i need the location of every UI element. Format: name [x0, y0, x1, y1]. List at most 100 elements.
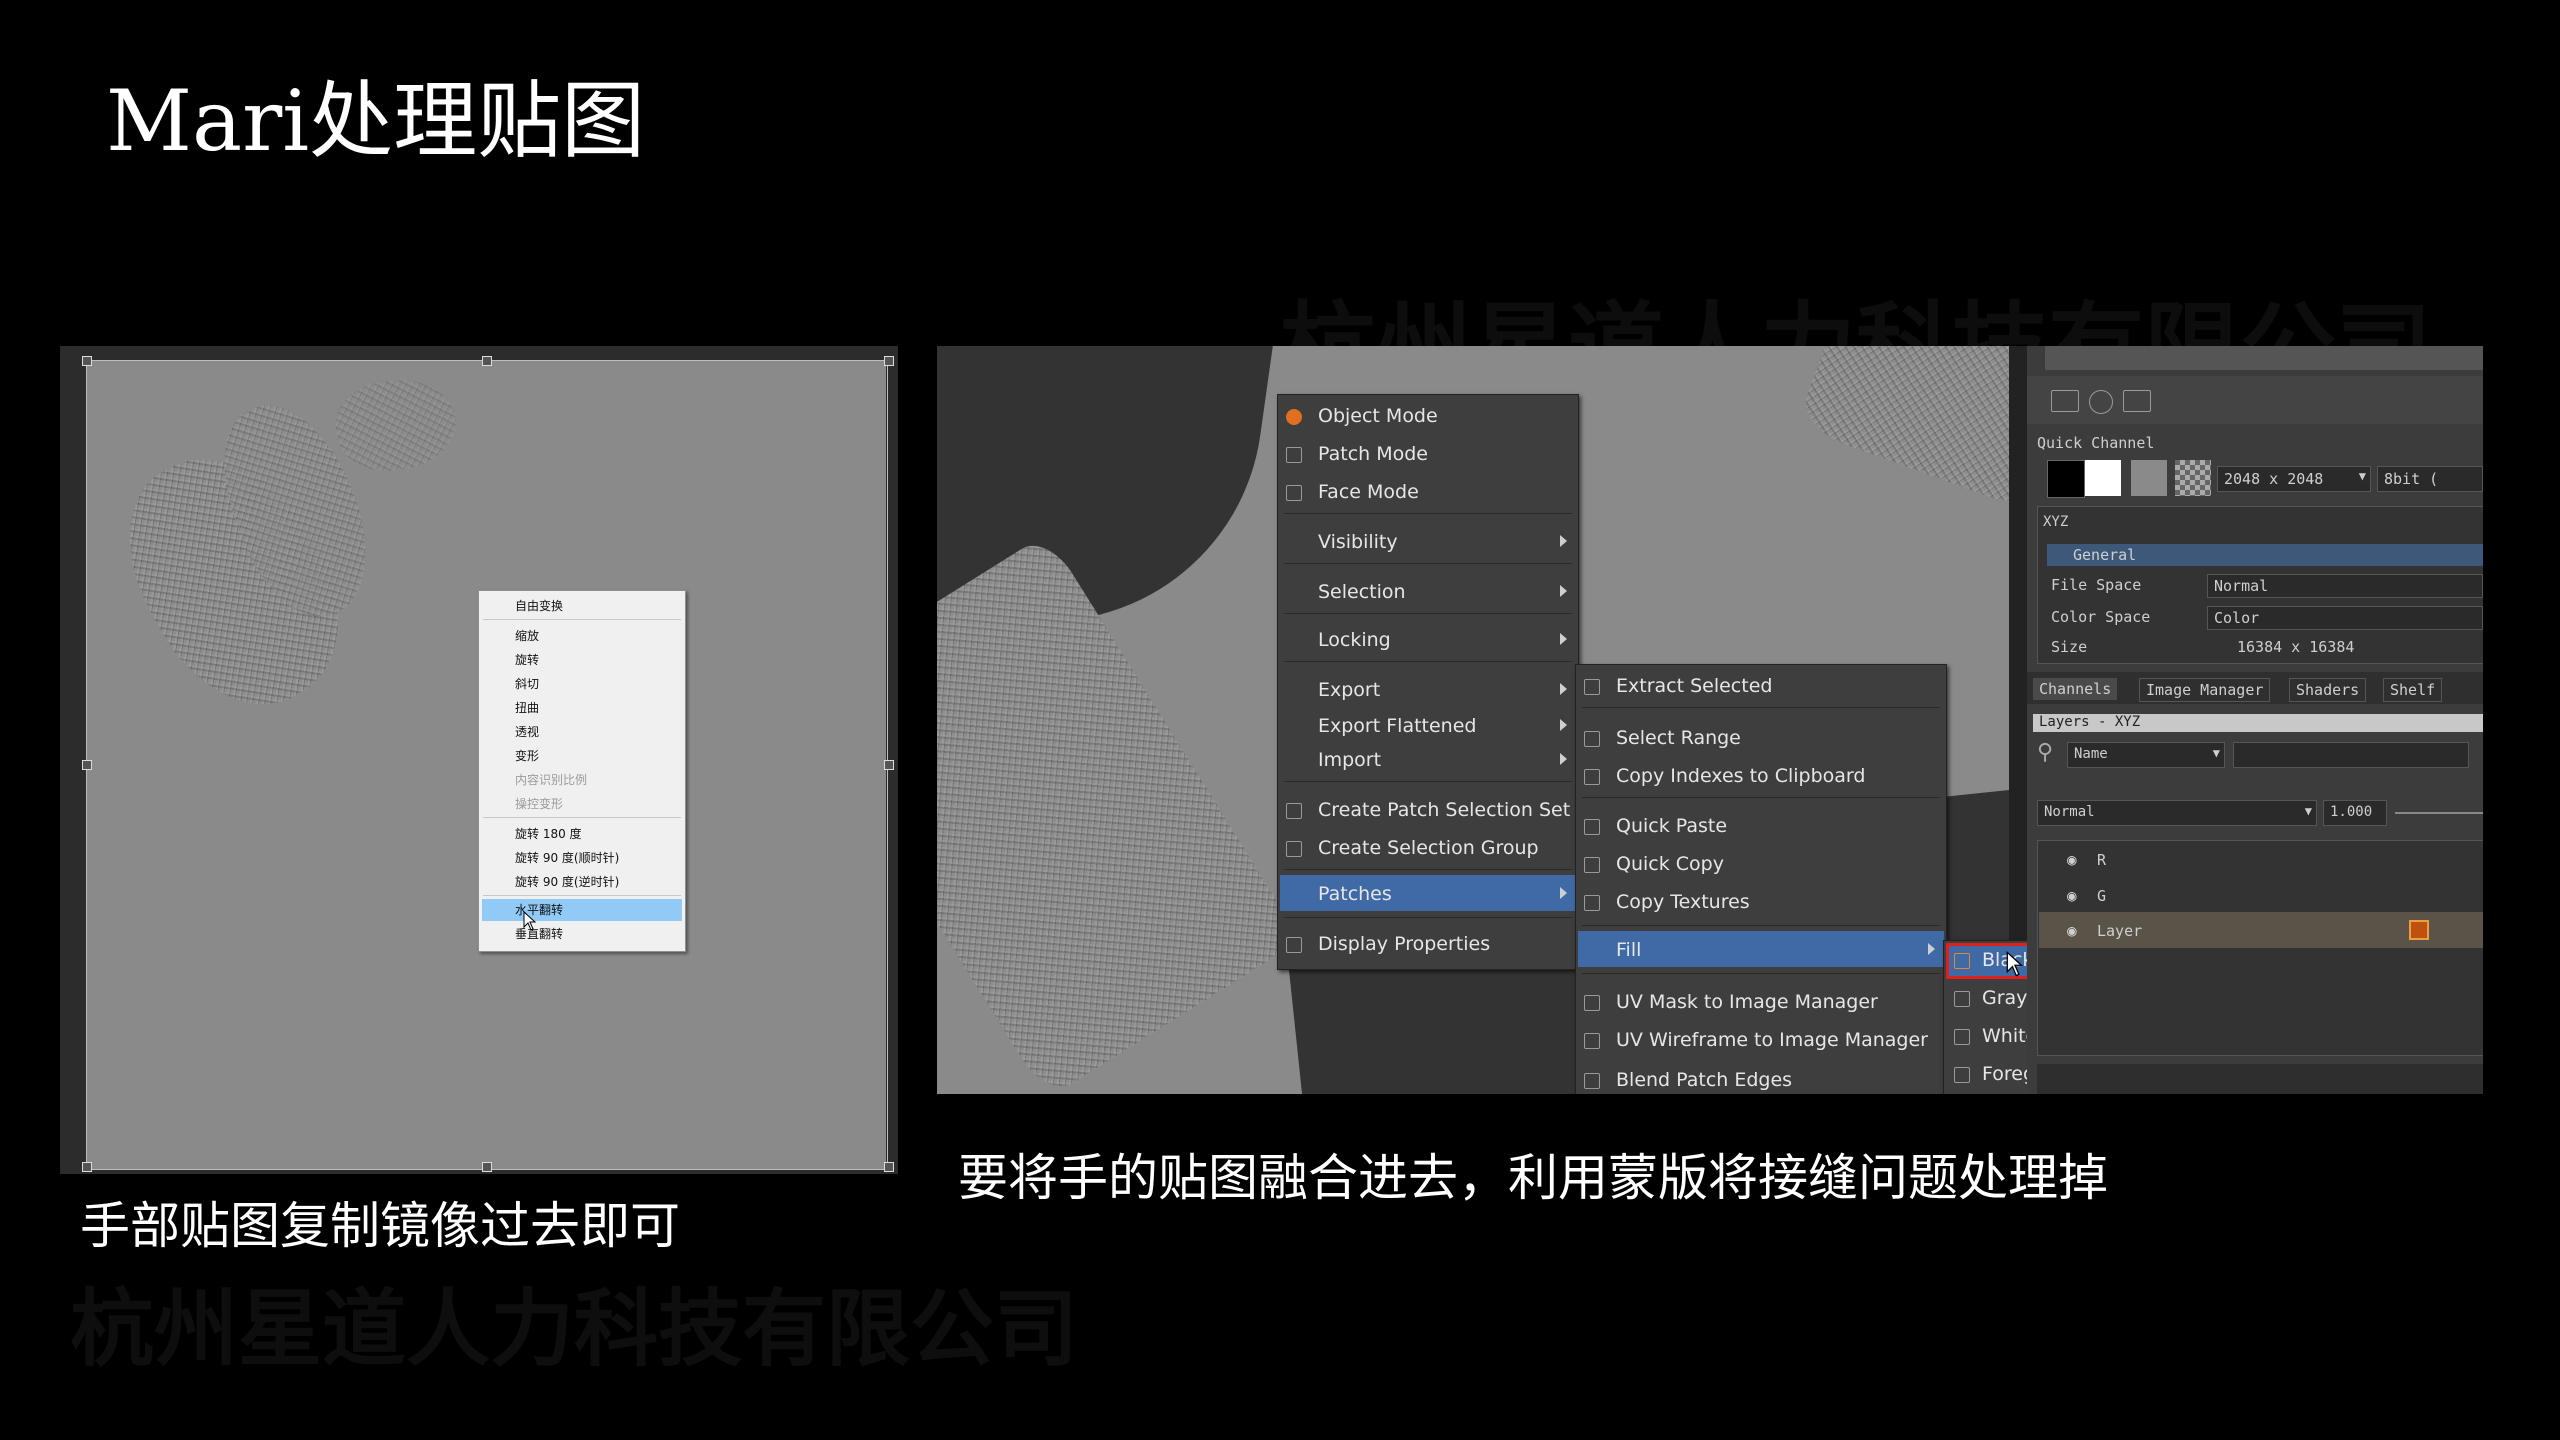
bit-depth-value: 8bit ( [2384, 470, 2439, 488]
menu-item-uv-wireframe[interactable]: UV Wireframe to Image Manager [1616, 1029, 1928, 1051]
menu-item-blend-patch-edges[interactable]: Blend Patch Edges [1616, 1069, 1792, 1091]
menu-separator [1582, 925, 1940, 926]
selection-set-icon [1286, 803, 1302, 819]
transform-handle[interactable] [82, 760, 92, 770]
transform-handle[interactable] [482, 1162, 492, 1172]
menu-separator [483, 895, 681, 896]
menu-item-extract-selected[interactable]: Extract Selected [1616, 675, 1772, 697]
submenu-arrow-icon [1560, 585, 1567, 597]
eye-icon[interactable]: ◉ [2067, 850, 2077, 869]
chevron-down-icon: ▼ [2212, 746, 2220, 760]
select-range-icon [1584, 731, 1600, 747]
submenu-arrow-icon [1560, 719, 1567, 731]
menu-item-rotate[interactable]: 旋转 [515, 651, 539, 668]
menu-item-selection[interactable]: Selection [1318, 581, 1406, 603]
eye-icon[interactable]: ◉ [2067, 921, 2077, 940]
eye-icon[interactable]: ◉ [2067, 886, 2077, 905]
menu-separator [1284, 781, 1572, 782]
layer-mask-icon[interactable] [2409, 920, 2429, 940]
tab-shelf[interactable]: Shelf [2383, 678, 2443, 702]
menu-separator [1284, 869, 1572, 870]
tab-image-manager[interactable]: Image Manager [2139, 678, 2271, 702]
menu-item-perspective[interactable]: 透视 [515, 723, 539, 740]
blend-mode-select[interactable]: Normal ▼ [2037, 800, 2317, 826]
menu-item-face-mode[interactable]: Face Mode [1318, 481, 1419, 503]
blend-edges-icon [1584, 1073, 1600, 1089]
menu-item-patches[interactable]: Patches [1318, 883, 1392, 905]
menu-item-object-mode[interactable]: Object Mode [1318, 405, 1438, 427]
menu-separator [483, 817, 681, 818]
menu-item-rotate-90-cw[interactable]: 旋转 90 度(顺时针) [515, 849, 619, 866]
transform-handle[interactable] [482, 356, 492, 366]
menu-item-rotate-90-ccw[interactable]: 旋转 90 度(逆时针) [515, 873, 619, 890]
menu-item-copy-indexes[interactable]: Copy Indexes to Clipboard [1616, 765, 1865, 787]
search-icon[interactable]: ⚲ [2037, 740, 2053, 765]
quick-paste-icon [1584, 819, 1600, 835]
menu-item-warp[interactable]: 变形 [515, 747, 539, 764]
submenu-arrow-icon [1560, 887, 1567, 899]
menu-highlight [482, 899, 682, 921]
menu-item-export-flattened[interactable]: Export Flattened [1318, 715, 1476, 737]
add-channel-icon[interactable] [2051, 390, 2079, 412]
menu-item-visibility[interactable]: Visibility [1318, 531, 1398, 553]
menu-item-export[interactable]: Export [1318, 679, 1380, 701]
opacity-field[interactable]: 1.000 [2323, 800, 2387, 826]
mouse-cursor-icon [523, 911, 537, 931]
menu-item-copy-textures[interactable]: Copy Textures [1616, 891, 1750, 913]
menu-item-import[interactable]: Import [1318, 749, 1381, 771]
layers-header: Layers - XYZ [2039, 714, 2141, 730]
filter-input[interactable] [2233, 742, 2469, 768]
bit-depth-select[interactable]: 8bit ( [2377, 466, 2483, 492]
file-space-field[interactable]: Normal [2207, 574, 2483, 598]
menu-item-scale[interactable]: 缩放 [515, 627, 539, 644]
swatch-gray[interactable] [2131, 460, 2167, 496]
tab-shaders[interactable]: Shaders [2289, 678, 2367, 702]
color-space-field[interactable]: Color [2207, 606, 2483, 630]
menu-item-patch-mode[interactable]: Patch Mode [1318, 443, 1428, 465]
menu-item-fill-gray[interactable]: Gray [1982, 987, 2027, 1009]
menu-item-quick-paste[interactable]: Quick Paste [1616, 815, 1727, 837]
menu-item-uv-mask[interactable]: UV Mask to Image Manager [1616, 991, 1878, 1013]
mouse-cursor-icon [2006, 951, 2024, 977]
swatch-white[interactable] [2085, 460, 2121, 496]
uv-wireframe-icon [1584, 1033, 1600, 1049]
mari-side-panel: Quick Channel 2048 x 2048 ▼ 8bit ( XYZ G… [2027, 346, 2483, 1094]
layer-name: R [2097, 851, 2107, 869]
menu-item-rotate-180[interactable]: 旋转 180 度 [515, 825, 582, 842]
transform-handle[interactable] [884, 1162, 894, 1172]
transform-handle[interactable] [884, 760, 894, 770]
filter-select[interactable]: Name ▼ [2067, 742, 2225, 768]
menu-item-content-aware-scale: 内容识别比例 [515, 773, 588, 787]
submenu-arrow-icon [1928, 943, 1935, 955]
prop-value: Color [2214, 609, 2260, 627]
transform-handle[interactable] [82, 1162, 92, 1172]
quick-channel-label: Quick Channel [2037, 434, 2155, 452]
transform-handle[interactable] [82, 356, 92, 366]
swatch-transparent[interactable] [2175, 460, 2211, 496]
menu-item-create-patch-selection-set[interactable]: Create Patch Selection Set [1318, 799, 1570, 821]
menu-item-create-selection-group[interactable]: Create Selection Group [1318, 837, 1539, 859]
blend-mode-value: Normal [2044, 804, 2095, 820]
menu-item-locking[interactable]: Locking [1318, 629, 1391, 651]
resolution-value: 2048 x 2048 [2224, 470, 2324, 488]
menu-item-distort[interactable]: 扭曲 [515, 699, 539, 716]
general-label: General [2073, 546, 2137, 564]
copy-textures-icon [1584, 895, 1600, 911]
menu-item-skew[interactable]: 斜切 [515, 675, 539, 692]
menu-item-free-transform[interactable]: 自由变换 [515, 597, 563, 614]
resolution-select[interactable]: 2048 x 2048 ▼ [2217, 466, 2371, 492]
channel-list-icon[interactable] [2123, 390, 2151, 412]
menu-item-select-range[interactable]: Select Range [1616, 727, 1741, 749]
menu-separator [1284, 513, 1572, 514]
hand-texture-patch [937, 532, 1302, 1094]
menu-item-quick-copy[interactable]: Quick Copy [1616, 853, 1724, 875]
quick-copy-icon [1584, 857, 1600, 873]
menu-item-display-properties[interactable]: Display Properties [1318, 933, 1490, 955]
menu-item-fill[interactable]: Fill [1616, 939, 1641, 961]
transform-handle[interactable] [884, 356, 894, 366]
tab-channels[interactable]: Channels [2033, 678, 2118, 700]
opacity-slider[interactable] [2395, 812, 2483, 814]
swatch-black[interactable] [2047, 460, 2085, 498]
menu-separator [1582, 973, 1940, 974]
refresh-icon[interactable] [2089, 390, 2113, 414]
